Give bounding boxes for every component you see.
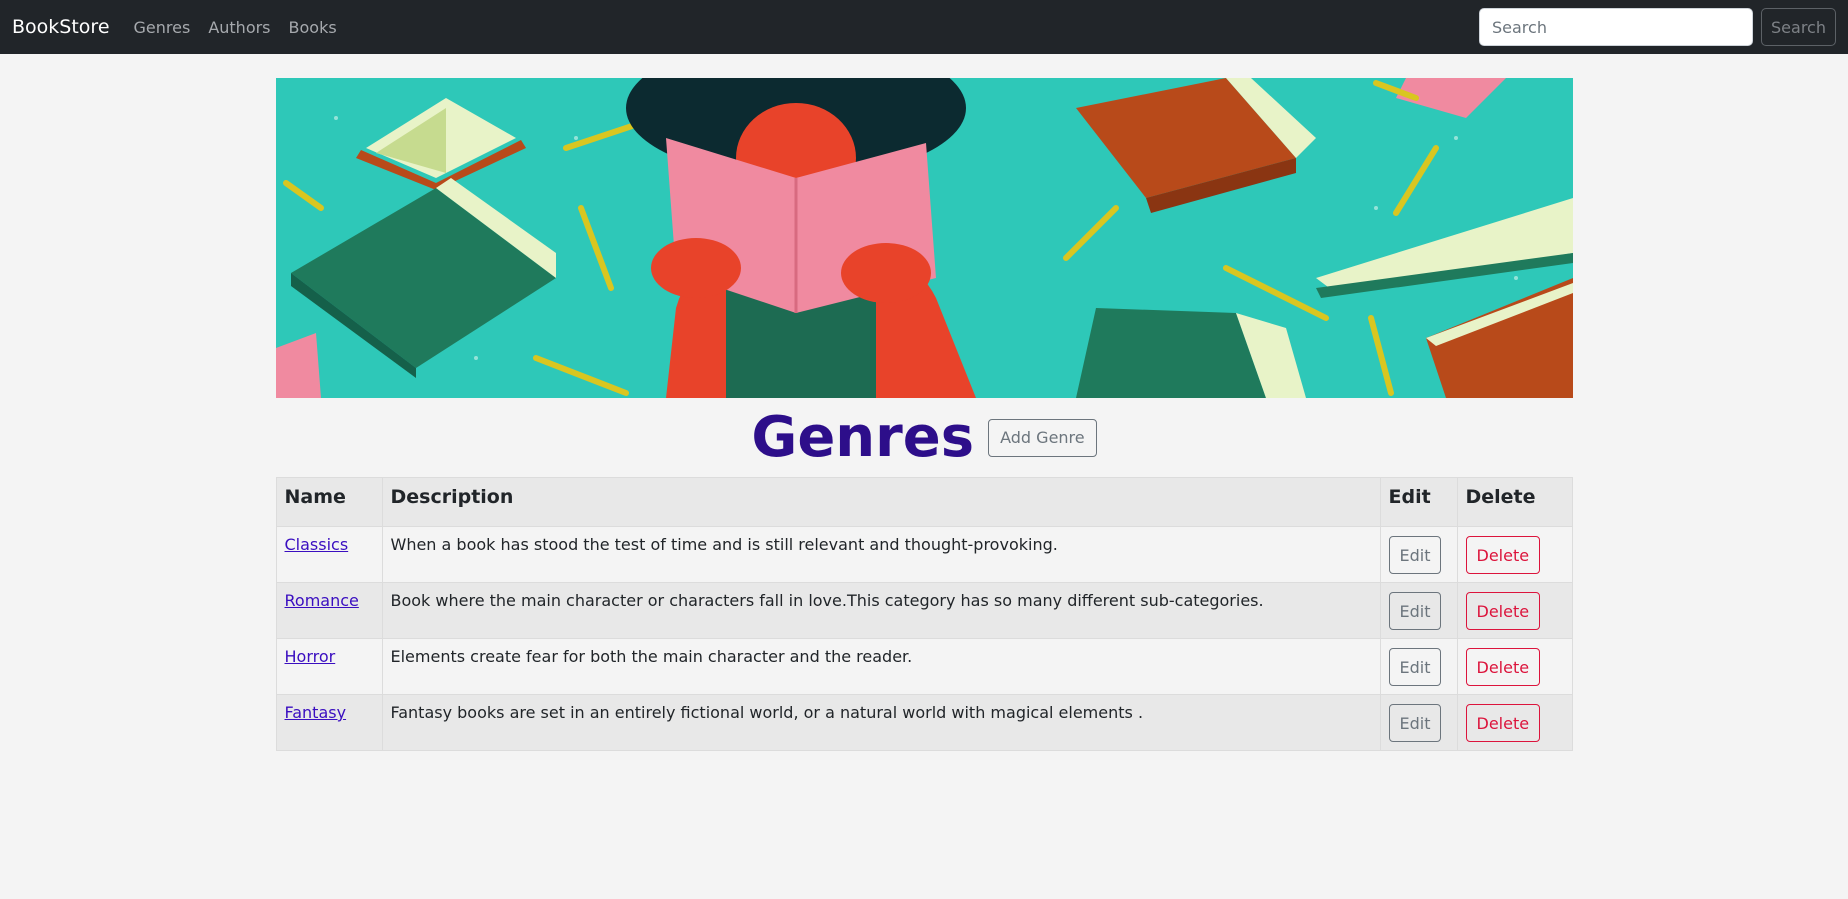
table-header-row: Name Description Edit Delete [275, 477, 1573, 527]
edit-button[interactable]: Edit [1388, 648, 1442, 686]
genre-link-romance[interactable]: Romance [285, 591, 359, 610]
table-row: Classics When a book has stood the test … [275, 526, 1573, 583]
nav-link-books[interactable]: Books [289, 18, 337, 37]
genre-link-fantasy[interactable]: Fantasy [285, 703, 347, 722]
cell-description: When a book has stood the test of time a… [381, 526, 1381, 583]
nav-link-genres[interactable]: Genres [134, 18, 191, 37]
cell-edit: Edit [1379, 526, 1458, 583]
cell-edit: Edit [1379, 694, 1458, 751]
cell-delete: Delete [1456, 694, 1573, 751]
table-body: Classics When a book has stood the test … [275, 526, 1573, 751]
table-head: Name Description Edit Delete [275, 477, 1573, 527]
add-genre-button[interactable]: Add Genre [988, 418, 1097, 457]
page-heading-row: Genres Add Genre [276, 398, 1573, 477]
banner-illustration [275, 78, 1573, 398]
cell-name: Classics [275, 526, 383, 583]
table-row: Fantasy Fantasy books are set in an enti… [275, 694, 1573, 751]
cell-name: Horror [275, 638, 383, 695]
column-header-delete: Delete [1456, 477, 1573, 527]
edit-button[interactable]: Edit [1388, 704, 1442, 742]
cell-description: Elements create fear for both the main c… [381, 638, 1381, 695]
column-header-description: Description [381, 477, 1381, 527]
genres-table: Name Description Edit Delete Classics Wh… [275, 477, 1573, 751]
top-navbar: BookStore Genres Authors Books Search [0, 0, 1848, 54]
cell-delete: Delete [1456, 526, 1573, 583]
search-input[interactable] [1479, 8, 1753, 46]
edit-button[interactable]: Edit [1388, 592, 1442, 630]
cell-delete: Delete [1456, 582, 1573, 639]
edit-button[interactable]: Edit [1388, 536, 1442, 574]
genre-link-horror[interactable]: Horror [285, 647, 336, 666]
brand-link[interactable]: BookStore [12, 16, 110, 38]
cell-edit: Edit [1379, 638, 1458, 695]
delete-button[interactable]: Delete [1465, 648, 1541, 686]
cell-name: Romance [275, 582, 383, 639]
delete-button[interactable]: Delete [1465, 704, 1541, 742]
column-header-name: Name [275, 477, 383, 527]
page-title: Genres [751, 405, 975, 470]
cell-description: Fantasy books are set in an entirely fic… [381, 694, 1381, 751]
cell-edit: Edit [1379, 582, 1458, 639]
genre-link-classics[interactable]: Classics [285, 535, 349, 554]
delete-button[interactable]: Delete [1465, 592, 1541, 630]
table-row: Romance Book where the main character or… [275, 582, 1573, 639]
delete-button[interactable]: Delete [1465, 536, 1541, 574]
nav-link-authors[interactable]: Authors [208, 18, 270, 37]
column-header-edit: Edit [1379, 477, 1458, 527]
search-button[interactable]: Search [1761, 8, 1836, 46]
cell-name: Fantasy [275, 694, 383, 751]
table-row: Horror Elements create fear for both the… [275, 638, 1573, 695]
main-container: Genres Add Genre Name Description Edit D… [275, 78, 1573, 751]
cell-delete: Delete [1456, 638, 1573, 695]
cell-description: Book where the main character or charact… [381, 582, 1381, 639]
